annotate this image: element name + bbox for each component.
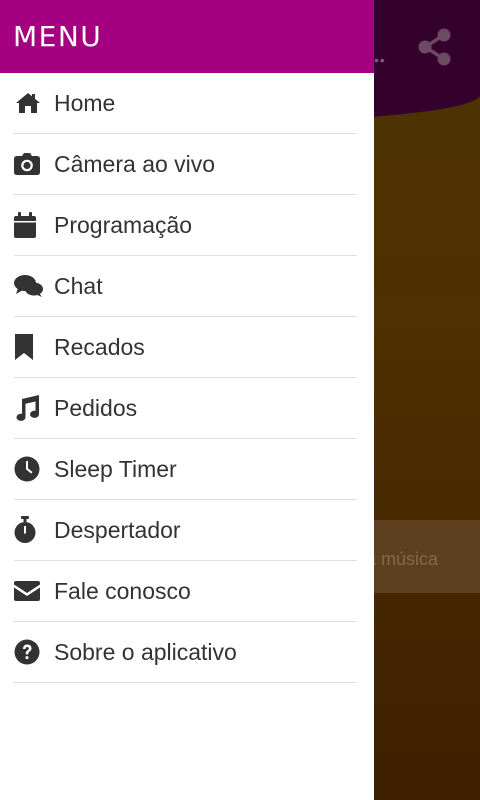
share-icon[interactable] (414, 26, 456, 68)
menu-item-label: Despertador (54, 516, 181, 543)
calendar-icon (14, 210, 44, 240)
menu-item-messages[interactable]: Recados (14, 317, 357, 378)
more-dots-icon: •• (374, 52, 386, 68)
menu-item-contact[interactable]: Fale conosco (14, 561, 357, 622)
drawer-header: MENU (0, 0, 374, 73)
menu-item-camera[interactable]: Câmera ao vivo (14, 134, 357, 195)
menu-item-label: Sobre o aplicativo (54, 638, 237, 665)
menu-item-label: Sleep Timer (54, 455, 177, 482)
now-playing-text: a música (366, 549, 439, 569)
menu-item-label: Chat (54, 272, 103, 299)
menu-item-about[interactable]: Sobre o aplicativo (14, 622, 357, 683)
bookmark-icon (14, 332, 44, 362)
menu-item-label: Câmera ao vivo (54, 150, 216, 177)
stopwatch-icon (14, 515, 44, 545)
menu-item-schedule[interactable]: Programação (14, 195, 357, 256)
drawer-title: MENU (13, 20, 103, 53)
camera-icon (14, 149, 44, 179)
menu-item-home[interactable]: Home (14, 73, 357, 134)
menu-item-requests[interactable]: Pedidos (14, 378, 357, 439)
menu-item-label: Programação (54, 211, 193, 238)
navigation-drawer: MENU Home Câmera ao vivo Programação Cha… (0, 0, 374, 800)
menu-item-sleep-timer[interactable]: Sleep Timer (14, 439, 357, 500)
menu-item-label: Pedidos (54, 394, 138, 421)
menu-item-label: Recados (54, 333, 145, 360)
envelope-icon (14, 576, 44, 606)
menu-item-chat[interactable]: Chat (14, 256, 357, 317)
clock-icon (14, 454, 44, 484)
menu-item-label: Fale conosco (54, 577, 191, 604)
menu-item-alarm[interactable]: Despertador (14, 500, 357, 561)
menu-list: Home Câmera ao vivo Programação Chat Rec (0, 73, 374, 683)
chat-icon (14, 271, 44, 301)
menu-item-label: Home (54, 89, 116, 116)
home-icon (14, 88, 44, 118)
question-circle-icon (14, 637, 44, 667)
music-note-icon (14, 393, 44, 423)
